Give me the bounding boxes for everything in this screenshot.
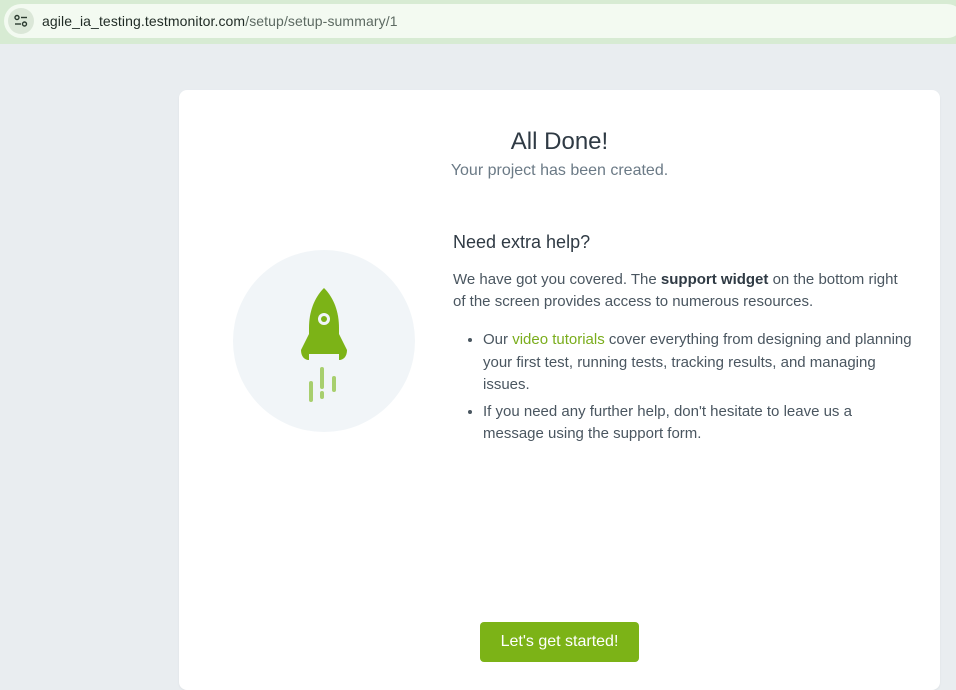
rocket-icon (301, 288, 347, 402)
help-title: Need extra help? (453, 232, 591, 252)
url-text[interactable]: agile_ia_testing.testmonitor.com/setup/s… (42, 13, 398, 29)
get-started-button[interactable]: Let's get started! (480, 622, 639, 662)
video-tutorials-link[interactable]: video tutorials (512, 331, 605, 348)
list-item-text: Our (483, 331, 513, 348)
browser-address-bar: agile_ia_testing.testmonitor.com/setup/s… (0, 0, 956, 44)
site-settings-icon[interactable] (8, 8, 34, 34)
rocket-illustration (233, 250, 415, 432)
url-path: /setup/setup-summary/1 (245, 13, 398, 29)
page-title: All Done! (510, 128, 609, 155)
setup-summary-card: All Done! Your project has been created.… (179, 90, 940, 690)
help-text: We have got you covered. The support wid… (453, 269, 913, 313)
help-section: Need extra help? We have got you covered… (453, 232, 913, 450)
url-host: agile_ia_testing.testmonitor.com (42, 13, 246, 29)
help-text-part: We have got you covered. The (453, 271, 661, 288)
list-item: If you need any further help, don't hesi… (483, 401, 913, 446)
page-subtitle: Your project has been created. (450, 162, 669, 179)
support-widget-emphasis: support widget (660, 271, 769, 288)
list-item: Our video tutorials cover everything fro… (483, 329, 913, 397)
help-list: Our video tutorials cover everything fro… (453, 329, 913, 446)
url-field[interactable]: agile_ia_testing.testmonitor.com/setup/s… (4, 4, 956, 38)
